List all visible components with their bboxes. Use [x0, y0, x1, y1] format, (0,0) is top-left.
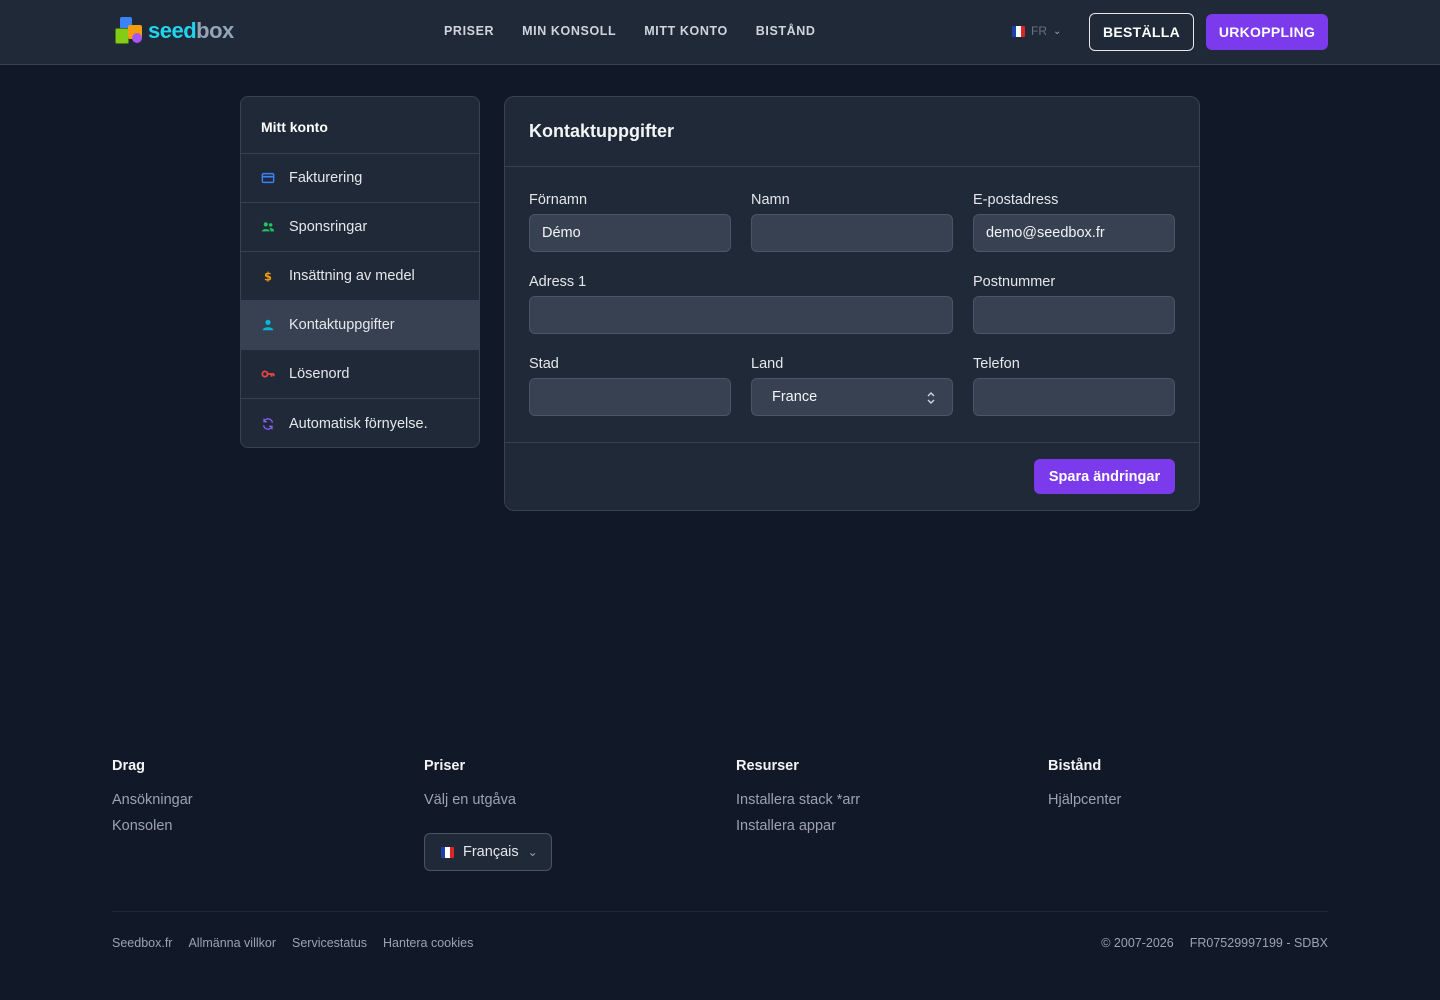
footer-link-install-stack[interactable]: Installera stack *arr: [736, 792, 860, 808]
sidebar-item-password[interactable]: Lösenord: [241, 350, 479, 399]
nav-support[interactable]: BISTÅND: [756, 24, 816, 38]
email-label: E-postadress: [973, 192, 1059, 208]
country-select[interactable]: France: [751, 378, 953, 416]
postcode-label: Postnummer: [973, 274, 1056, 290]
footer-heading: Bistånd: [1048, 758, 1102, 774]
footer-column-pricing: Priser Välj en utgåva: [424, 758, 516, 818]
save-button[interactable]: Spara ändringar: [1034, 459, 1175, 494]
sidebar-item-label: Kontaktuppgifter: [289, 317, 395, 333]
user-icon: [261, 318, 275, 332]
footer-link-home[interactable]: Seedbox.fr: [112, 936, 172, 950]
footer-heading: Resurser: [736, 758, 799, 774]
postcode-input[interactable]: [973, 296, 1175, 334]
footer-column-features: Drag Ansökningar Konsolen: [112, 758, 193, 844]
country-value: France: [772, 389, 818, 405]
city-input[interactable]: [529, 378, 731, 416]
footer-column-support: Bistånd Hjälpcenter: [1048, 758, 1121, 818]
city-label: Stad: [529, 356, 559, 372]
footer-link-cookies[interactable]: Hantera cookies: [383, 936, 473, 950]
lastname-label: Namn: [751, 192, 790, 208]
footer-link-terms[interactable]: Allmänna villkor: [188, 936, 276, 950]
address-input[interactable]: [529, 296, 953, 334]
sidebar-item-label: Lösenord: [289, 366, 350, 382]
sidebar-item-label: Insättning av medel: [289, 268, 415, 284]
language-label: Français: [463, 844, 519, 860]
footer-divider: [112, 911, 1328, 912]
divider: [505, 166, 1199, 167]
chevron-down-icon: ⌄: [1053, 25, 1062, 37]
nav-console[interactable]: MIN KONSOLL: [522, 24, 616, 38]
dollar-icon: $: [261, 269, 275, 283]
french-flag-icon: [1012, 25, 1025, 37]
firstname-input[interactable]: [529, 214, 731, 252]
card-title: Kontaktuppgifter: [529, 121, 674, 141]
address-label: Adress 1: [529, 274, 587, 290]
sidebar-item-sponsorships[interactable]: Sponsringar: [241, 203, 479, 252]
email-input[interactable]: [973, 214, 1175, 252]
footer-column-resources: Resurser Installera stack *arr Installer…: [736, 758, 860, 844]
sidebar-item-deposit[interactable]: $ Insättning av medel: [241, 252, 479, 301]
footer-link-console[interactable]: Konsolen: [112, 818, 193, 834]
footer-bottom-links: Seedbox.fr Allmänna villkor Servicestatu…: [112, 936, 473, 950]
nav-account[interactable]: MITT KONTO: [644, 24, 728, 38]
footer-link-applications[interactable]: Ansökningar: [112, 792, 193, 808]
credit-card-icon: [261, 171, 275, 185]
logo-text: seedbox: [148, 18, 234, 43]
firstname-label: Förnamn: [529, 192, 588, 208]
users-icon: [261, 220, 275, 234]
chevron-down-icon: ⌄: [527, 845, 538, 859]
top-header: seedbox PRISER MIN KONSOLL MITT KONTO BI…: [0, 0, 1440, 65]
logo-mark-icon: [114, 15, 150, 47]
sidebar-item-label: Automatisk förnyelse.: [289, 415, 428, 432]
footer-link-install-apps[interactable]: Installera appar: [736, 818, 860, 834]
main-nav: PRISER MIN KONSOLL MITT KONTO BISTÅND: [444, 24, 816, 38]
svg-text:$: $: [264, 269, 272, 283]
nav-pricing[interactable]: PRISER: [444, 24, 494, 38]
order-button[interactable]: BESTÄLLA: [1089, 13, 1194, 51]
sidebar-item-auto-renewal[interactable]: Automatisk förnyelse.: [241, 399, 479, 447]
footer-legal: © 2007-2026 FR07529997199 - SDBX: [1101, 936, 1328, 950]
language-code: FR: [1031, 24, 1047, 38]
country-label: Land: [751, 356, 784, 372]
divider: [505, 442, 1199, 443]
key-icon: [261, 367, 275, 381]
refresh-icon: [261, 417, 275, 431]
seedbox-logo[interactable]: seedbox: [114, 15, 246, 47]
footer-link-help-center[interactable]: Hjälpcenter: [1048, 792, 1121, 808]
lastname-input[interactable]: [751, 214, 953, 252]
french-flag-icon: [441, 846, 454, 858]
phone-label: Telefon: [973, 356, 1020, 372]
account-sidebar: Mitt konto Fakturering Sponsringar $ Ins…: [240, 96, 480, 448]
logout-button[interactable]: URKOPPLING: [1206, 14, 1328, 50]
phone-input[interactable]: [973, 378, 1175, 416]
sidebar-item-label: Fakturering: [289, 170, 363, 186]
footer-heading: Priser: [424, 758, 466, 774]
language-switcher[interactable]: FR ⌄: [1012, 24, 1061, 38]
footer-link-choose-edition[interactable]: Välj en utgåva: [424, 792, 516, 808]
footer-language-select[interactable]: Français ⌄: [424, 833, 552, 871]
select-arrows-icon: [927, 392, 935, 404]
contact-details-card: Kontaktuppgifter Förnamn Namn E-postadre…: [504, 96, 1200, 511]
sidebar-title: Mitt konto: [241, 97, 479, 154]
company-id: FR07529997199 - SDBX: [1189, 936, 1328, 950]
sidebar-item-label: Sponsringar: [289, 219, 368, 235]
sidebar-item-billing[interactable]: Fakturering: [241, 154, 479, 203]
footer-heading: Drag: [112, 758, 146, 774]
footer-link-status[interactable]: Servicestatus: [292, 936, 367, 950]
sidebar-item-contact[interactable]: Kontaktuppgifter: [241, 301, 479, 350]
copyright-text: © 2007-2026: [1101, 936, 1174, 950]
